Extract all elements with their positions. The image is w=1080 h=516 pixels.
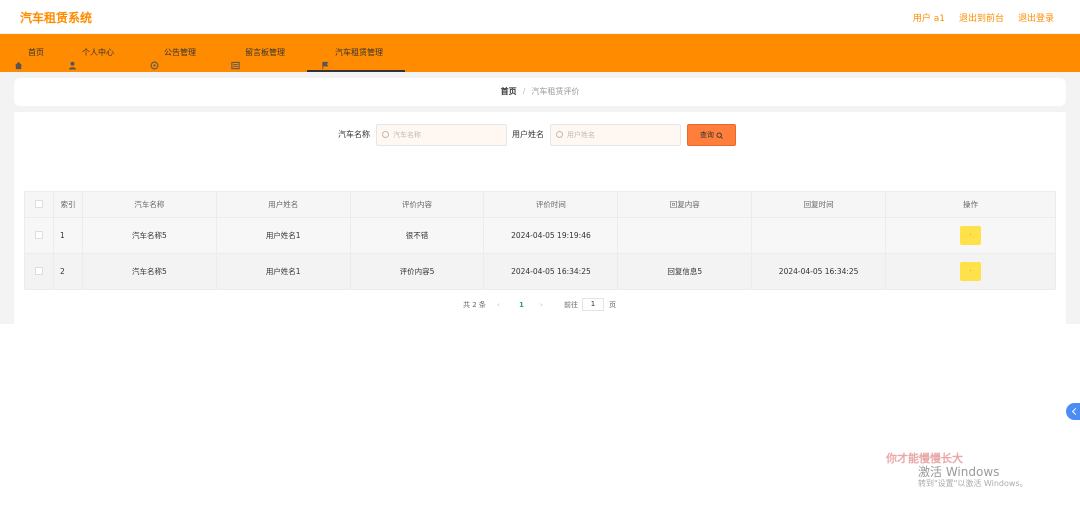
column-header: 评价时间 [483,191,619,218]
logout-link[interactable]: 退出登录 [1018,11,1054,24]
page-unit-label: 页 [609,301,616,309]
goto-page-input[interactable]: 1 [582,298,604,311]
table-row: 2 汽车名称5 用户姓名1 评价内容5 2024-04-05 16:34:25 … [24,253,1056,290]
nav-item-home[interactable]: 首页 [14,34,44,72]
column-header: 评价内容 [349,191,485,218]
content-cell: 很不错 [349,217,485,254]
column-header: 回复时间 [751,191,887,218]
car-name-input[interactable]: 汽车名称 [376,124,507,146]
main-panel: 汽车名称 汽车名称 用户姓名 用户姓名 查询 索引 汽车名称 用户姓名 评价内容… [14,112,1066,324]
reply-time-cell [751,217,887,254]
windows-activation-subtitle: 转到"设置"以激活 Windows。 [918,479,1028,488]
row-select-cell[interactable] [24,253,54,290]
page-number-current[interactable]: 1 [519,298,524,312]
reply-time-cell: 2024-04-05 16:34:25 [751,253,887,290]
index-cell: 2 [52,253,83,290]
car-icon [321,49,330,69]
column-header: 用户姓名 [215,191,351,218]
car-name-cell: 汽车名称5 [81,217,217,254]
nav-item-message-board[interactable]: 留言板管理 [231,34,285,72]
search-icon [556,131,563,138]
home-icon [14,49,23,69]
table-header-row: 索引 汽车名称 用户姓名 评价内容 评价时间 回复内容 回复时间 操作 [24,191,1056,218]
nav-item-label: 个人中心 [82,48,114,57]
nav-item-personal-center[interactable]: 个人中心 [68,34,114,72]
car-name-placeholder: 汽车名称 [393,131,421,139]
pagination-total: 共 2 条 [463,301,486,309]
goto-label: 前往 [564,301,578,309]
user-name-cell: 用户姓名1 [215,217,351,254]
action-button[interactable]: · [960,262,982,281]
row-select-cell[interactable] [24,217,54,254]
next-page-button[interactable]: › [540,298,543,312]
nav-item-label: 公告管理 [164,48,196,57]
breadcrumb: 首页 / 汽车租赁评价 [14,78,1066,106]
pagination: 共 2 条 ‹ 1 › 前往 1 页 [14,298,1066,312]
search-button-label: 查询 [699,131,714,139]
review-table: 索引 汽车名称 用户姓名 评价内容 评价时间 回复内容 回复时间 操作 1 汽车… [24,191,1056,290]
nav-item-label: 留言板管理 [245,48,285,57]
search-icon [716,131,723,139]
table-row: 1 汽车名称5 用户姓名1 很不错 2024-04-05 19:19:46 · [24,217,1056,254]
user-icon [68,49,77,70]
nav-item-car-rental[interactable]: 汽车租赁管理 [307,34,405,72]
prev-page-button[interactable]: ‹ [497,298,500,312]
exit-to-front-link[interactable]: 退出到前台 [959,11,1004,24]
breadcrumb-home[interactable]: 首页 [501,87,517,96]
user-link[interactable]: 用户 a1 [913,11,945,24]
search-icon [382,131,389,138]
time-cell: 2024-04-05 16:34:25 [483,253,619,290]
column-header: 汽车名称 [81,191,217,218]
nav-item-label: 首页 [28,48,44,57]
content-cell: 评价内容5 [349,253,485,290]
car-name-label: 汽车名称 [338,130,370,139]
user-name-label: 用户姓名 [512,130,544,139]
row-checkbox[interactable] [34,230,43,239]
car-name-cell: 汽车名称5 [81,253,217,290]
side-collapse-button[interactable] [1066,403,1080,420]
select-all-checkbox[interactable] [34,199,43,208]
column-header: 索引 [52,191,83,218]
breadcrumb-current: 汽车租赁评价 [531,87,580,96]
column-header: 回复内容 [617,191,753,218]
reply-cell: 回复信息5 [617,253,753,290]
nav-item-label: 汽车租赁管理 [335,48,383,57]
top-links: 用户 a1 退出到前台 退出登录 [913,11,1054,24]
message-icon [231,49,240,69]
user-name-placeholder: 用户姓名 [567,131,595,139]
search-button[interactable]: 查询 [687,124,736,146]
user-name-input[interactable]: 用户姓名 [550,124,681,146]
select-all-cell[interactable] [24,191,54,218]
breadcrumb-separator: / [522,87,526,96]
top-bar: 汽车租赁系统 用户 a1 退出到前台 退出登录 [0,0,1080,34]
time-cell: 2024-04-05 19:19:46 [483,217,619,254]
app-title: 汽车租赁系统 [20,11,93,25]
action-button[interactable]: · [960,226,982,245]
index-cell: 1 [52,217,83,254]
user-name-cell: 用户姓名1 [215,253,351,290]
reply-cell [617,217,753,254]
action-cell: · [885,217,1056,254]
nav-item-notice[interactable]: 公告管理 [150,34,196,72]
search-bar: 汽车名称 汽车名称 用户姓名 用户姓名 查询 [14,124,1066,146]
row-checkbox[interactable] [34,266,43,275]
notice-icon [150,49,159,69]
column-header: 操作 [885,191,1056,218]
action-cell: · [885,253,1056,290]
main-nav: 首页 个人中心 公告管理 留言板管理 汽车租赁管理 [0,34,1080,72]
